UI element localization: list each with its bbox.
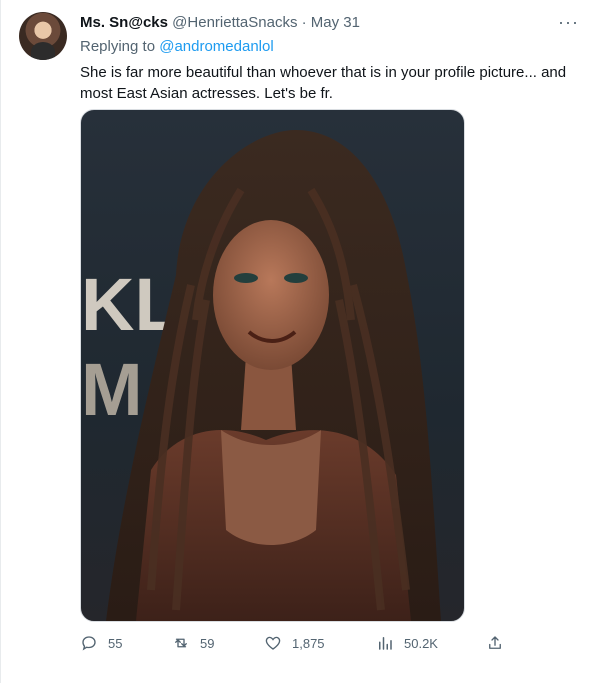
retweet-count: 59 (200, 635, 215, 651)
media-photo: KL M (81, 130, 441, 621)
tweet-text: She is far more beautiful than whoever t… (80, 64, 567, 102)
reply-icon (82, 636, 96, 651)
reply-mention[interactable]: @andromedanlol (159, 38, 273, 55)
retweet-button[interactable]: 59 (172, 634, 214, 652)
views-button[interactable]: 50.2K (376, 634, 438, 652)
replying-to-label: Replying to (80, 38, 160, 55)
author-handle[interactable]: @HenriettaSnacks (172, 14, 297, 31)
replying-to: Replying to @andromedanlol (80, 38, 274, 55)
author-name[interactable]: Ms. Sn@cks (80, 14, 168, 31)
tweet[interactable]: Ms. Sn@cks @HenriettaSnacks · May 31 ···… (0, 0, 599, 683)
views-icon (379, 637, 392, 650)
action-bar: 55 59 1,875 50.2K (80, 634, 520, 656)
views-count: 50.2K (404, 635, 438, 651)
tweet-header: Ms. Sn@cks @HenriettaSnacks · May 31 (80, 14, 360, 31)
share-icon (489, 636, 501, 649)
heart-icon (265, 636, 281, 650)
avatar[interactable] (19, 12, 67, 60)
like-count: 1,875 (292, 635, 325, 651)
reply-button[interactable]: 55 (80, 634, 122, 652)
tweet-date[interactable]: May 31 (311, 14, 360, 31)
reply-count: 55 (108, 635, 123, 651)
backdrop-letters-2: M (81, 348, 143, 431)
like-button[interactable]: 1,875 (264, 634, 325, 652)
share-button[interactable] (486, 634, 504, 652)
more-icon[interactable]: ··· (558, 12, 579, 33)
tweet-media[interactable]: KL M (80, 109, 465, 622)
retweet-icon (175, 638, 187, 648)
separator-dot: · (301, 14, 307, 31)
